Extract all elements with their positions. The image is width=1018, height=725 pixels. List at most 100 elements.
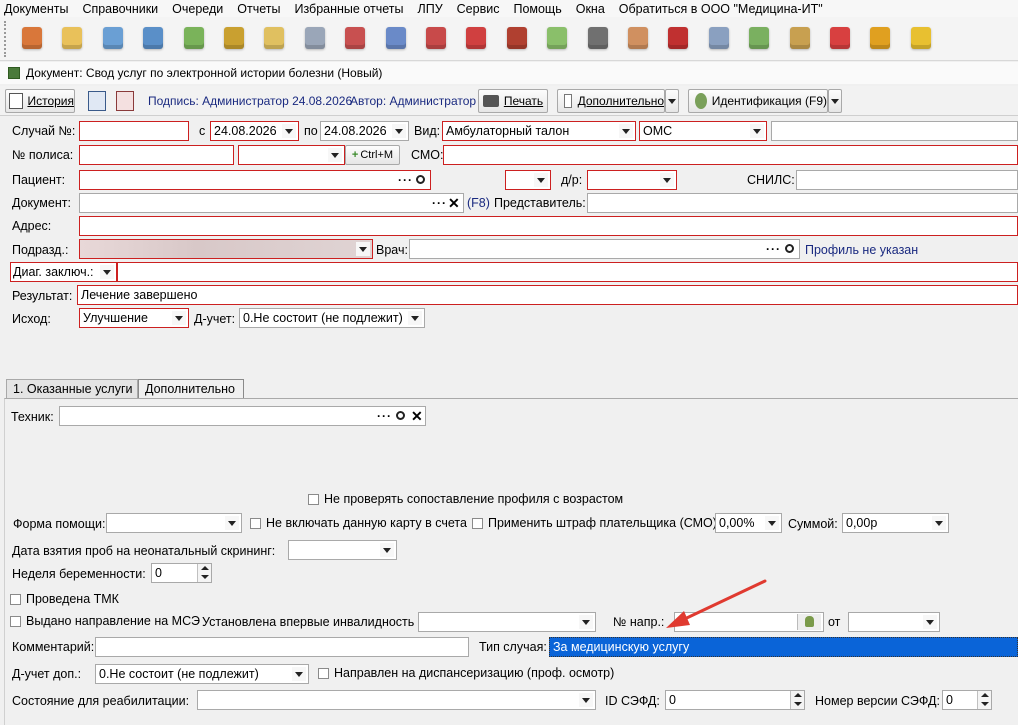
notebook-icon[interactable] xyxy=(56,22,88,54)
additional-dropdown-button[interactable] xyxy=(665,89,679,113)
kind-select[interactable]: Амбулаторный талон xyxy=(442,121,636,141)
representative-input[interactable] xyxy=(587,193,1018,213)
modules-icon[interactable] xyxy=(824,22,856,54)
payment-detail-input[interactable] xyxy=(771,121,1018,141)
chevron-down-icon[interactable] xyxy=(619,124,633,138)
identification-dropdown-button[interactable] xyxy=(828,89,842,113)
sefd-id-stepper[interactable]: 0 xyxy=(665,690,805,710)
unsign-icon[interactable] xyxy=(116,91,134,111)
lab-flask-icon[interactable] xyxy=(218,22,250,54)
date-to-picker[interactable]: 24.08.2026 xyxy=(320,121,409,141)
search-icon[interactable] xyxy=(785,244,794,253)
fine-checkbox[interactable] xyxy=(472,518,483,529)
additional-button[interactable]: Дополнительно xyxy=(557,89,665,113)
menu-help[interactable]: Помощь xyxy=(513,2,561,16)
no-profile-check-checkbox[interactable] xyxy=(308,494,319,505)
chevron-down-icon[interactable] xyxy=(408,311,422,325)
chevron-down-icon[interactable] xyxy=(380,543,394,557)
menu-lpu[interactable]: ЛПУ xyxy=(418,2,443,16)
tab-additional[interactable]: Дополнительно xyxy=(138,379,244,399)
ctrl-m-button[interactable]: + Ctrl+M xyxy=(345,145,400,165)
chevron-down-icon[interactable] xyxy=(292,667,306,681)
chevron-down-icon[interactable] xyxy=(660,173,674,187)
capsules-icon[interactable] xyxy=(541,22,573,54)
lock-document-icon[interactable] xyxy=(743,22,775,54)
snils-input[interactable] xyxy=(796,170,1018,190)
identification-button[interactable]: Идентификация (F9) xyxy=(688,89,828,113)
dispensary-checkbox[interactable] xyxy=(318,668,329,679)
sefd-version-stepper[interactable]: 0 xyxy=(942,690,992,710)
outcome-select[interactable]: Улучшение xyxy=(79,308,189,328)
sign-icon[interactable] xyxy=(88,91,106,111)
spin-arrows-icon[interactable] xyxy=(977,691,991,709)
menu-reports[interactable]: Отчеты xyxy=(237,2,280,16)
comment-input[interactable] xyxy=(95,637,469,657)
pregnancy-week-stepper[interactable]: 0 xyxy=(151,563,212,583)
smo-input[interactable] xyxy=(443,145,1018,165)
sum-select[interactable]: 0,00р xyxy=(842,513,949,533)
more-icon[interactable]: ··· xyxy=(398,171,413,189)
diagnosis-input[interactable] xyxy=(117,262,1018,282)
birth-date-picker[interactable] xyxy=(587,170,677,190)
disability-select[interactable] xyxy=(418,612,596,632)
payment-type-select[interactable]: ОМС xyxy=(639,121,767,141)
menu-windows[interactable]: Окна xyxy=(576,2,605,16)
spin-arrows-icon[interactable] xyxy=(197,564,211,582)
close-icon[interactable]: ✕ xyxy=(411,407,423,425)
tab-services[interactable]: 1. Оказанные услуги xyxy=(6,379,138,399)
screening-date-select[interactable] xyxy=(288,540,397,560)
menu-favorite-reports[interactable]: Избранные отчеты xyxy=(294,2,403,16)
policy-type-select[interactable] xyxy=(238,145,345,165)
profile-link[interactable]: Профиль не указан xyxy=(805,243,918,257)
diagnosis-conclusion-select[interactable]: Диаг. заключ.: xyxy=(10,262,117,282)
d-dop-select[interactable]: 0.Не состоит (не подлежит) xyxy=(95,664,309,684)
no-include-checkbox[interactable] xyxy=(250,518,261,529)
red-book-icon[interactable] xyxy=(662,22,694,54)
edit-note-icon[interactable] xyxy=(258,22,290,54)
doctor-input[interactable]: ··· xyxy=(409,239,800,259)
nurse-icon[interactable] xyxy=(622,22,654,54)
card-file-icon[interactable] xyxy=(97,22,129,54)
medicine-pills-icon[interactable] xyxy=(420,22,452,54)
search-icon[interactable] xyxy=(416,175,425,184)
referral-date-select[interactable] xyxy=(848,612,940,632)
reports-icon[interactable] xyxy=(501,22,533,54)
address-input[interactable] xyxy=(79,216,1018,236)
calendar-icon[interactable] xyxy=(703,22,735,54)
search-icon[interactable] xyxy=(396,411,405,420)
menu-contact[interactable]: Обратиться в ООО "Медицина-ИТ" xyxy=(619,2,823,16)
documents-icon[interactable] xyxy=(784,22,816,54)
doctor-icon[interactable] xyxy=(16,22,48,54)
technician-input[interactable]: ··· ✕ xyxy=(59,406,426,426)
chevron-down-icon[interactable] xyxy=(392,124,406,138)
chevron-down-icon[interactable] xyxy=(356,242,370,256)
fine-percent-select[interactable]: 0,00% xyxy=(715,513,782,533)
pharmacy-icon[interactable] xyxy=(380,22,412,54)
chevron-down-icon[interactable] xyxy=(225,516,239,530)
history-button[interactable]: История xyxy=(5,89,75,113)
syringe-icon[interactable] xyxy=(299,22,331,54)
id-card-icon[interactable] xyxy=(137,22,169,54)
d-registration-select[interactable]: 0.Не состоит (не подлежит) xyxy=(239,308,425,328)
chevron-down-icon[interactable] xyxy=(172,311,186,325)
chevron-down-icon[interactable] xyxy=(579,693,593,707)
print-button[interactable]: Печать xyxy=(478,89,548,113)
menu-documents[interactable]: Документы xyxy=(4,2,68,16)
result-input[interactable]: Лечение завершено xyxy=(77,285,1018,305)
person-lookup-icon[interactable] xyxy=(797,614,821,630)
barcode-scanner-icon[interactable] xyxy=(582,22,614,54)
menu-service[interactable]: Сервис xyxy=(457,2,500,16)
document-input[interactable]: ··· ✕ xyxy=(79,193,464,213)
padlock-icon[interactable] xyxy=(864,22,896,54)
chat-icon[interactable] xyxy=(905,22,937,54)
close-icon[interactable]: ✕ xyxy=(448,194,460,212)
patient-input[interactable]: ··· xyxy=(79,170,431,190)
add-document-icon[interactable] xyxy=(178,22,210,54)
chevron-down-icon[interactable] xyxy=(100,265,114,279)
patient-gender-select[interactable] xyxy=(505,170,551,190)
first-aid-icon[interactable] xyxy=(460,22,492,54)
rehab-select[interactable] xyxy=(197,690,596,710)
menu-references[interactable]: Справочники xyxy=(82,2,158,16)
stamp-icon[interactable] xyxy=(339,22,371,54)
more-icon[interactable]: ··· xyxy=(377,407,392,425)
